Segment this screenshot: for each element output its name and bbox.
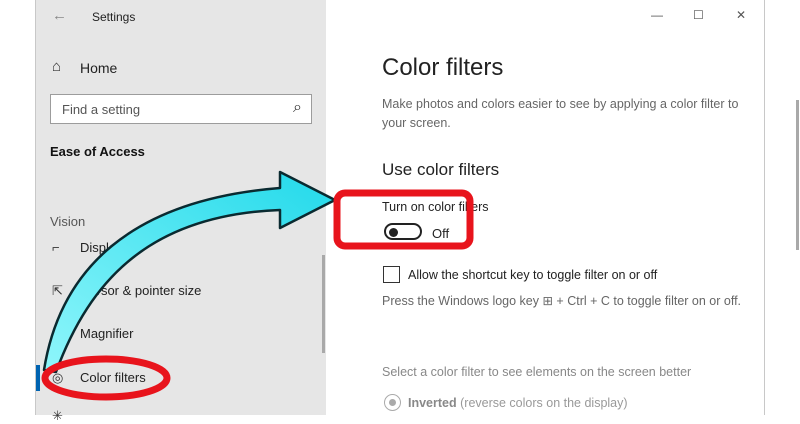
toggle-knob — [389, 227, 398, 237]
color-filters-icon[interactable]: ◎ — [52, 370, 63, 386]
home-icon[interactable]: ⌂ — [52, 58, 61, 75]
group-label-vision: Vision — [50, 214, 86, 229]
radio-option-desc: (reverse colors on the display) — [456, 396, 628, 410]
maximize-button[interactable]: ☐ — [693, 8, 704, 22]
section-title: Ease of Access — [50, 144, 145, 159]
display-icon[interactable]: ⌐ — [52, 240, 60, 255]
toggle-state: Off — [432, 226, 450, 241]
main-scrollbar[interactable] — [796, 100, 799, 250]
sidebar: ← Settings ⌂ Home Find a setting ⌕ Ease … — [36, 0, 326, 423]
radio-option-name: Inverted — [408, 396, 457, 410]
select-filter-label: Select a color filter to see elements on… — [382, 365, 692, 379]
search-icon[interactable]: ⌕ — [293, 99, 302, 117]
page-description: Make photos and colors easier to see by … — [382, 97, 739, 130]
shortcut-hint: Press the Windows logo key ⊞ + Ctrl + C … — [382, 294, 742, 308]
minimize-button[interactable]: — — [651, 8, 663, 22]
window-title: Settings — [92, 10, 136, 24]
home-link[interactable]: Home — [80, 60, 117, 76]
shortcut-checkbox[interactable] — [383, 266, 400, 283]
color-filters-toggle[interactable] — [384, 223, 422, 240]
next-item-icon[interactable]: ✳ — [52, 408, 63, 424]
shortcut-checkbox-label[interactable]: Allow the shortcut key to toggle filter … — [408, 268, 657, 282]
magnifier-icon[interactable]: ⌕ — [52, 326, 59, 342]
sidebar-item-magnifier[interactable]: Magnifier — [80, 326, 133, 341]
search-placeholder: Find a setting — [62, 102, 141, 117]
sidebar-item-cursor-pointer-size[interactable]: Cursor & pointer size — [80, 283, 201, 298]
radio-dot — [388, 398, 396, 406]
cursor-icon[interactable]: ⇱ — [52, 283, 63, 299]
selected-indicator — [36, 365, 40, 391]
settings-window: ← Settings ⌂ Home Find a setting ⌕ Ease … — [35, 0, 799, 423]
sidebar-item-color-filters[interactable]: Color filters — [80, 370, 146, 385]
sidebar-item-display[interactable]: Display — [80, 240, 123, 255]
close-button[interactable]: ✕ — [736, 8, 746, 22]
search-input[interactable]: Find a setting ⌕ — [50, 94, 312, 124]
main-content: — ☐ ✕ Color filters Make photos and colo… — [326, 0, 799, 415]
toggle-label: Turn on color filters — [382, 200, 489, 214]
radio-inverted[interactable] — [384, 394, 401, 411]
back-arrow-icon[interactable]: ← — [52, 7, 67, 24]
page-title: Color filters — [382, 54, 504, 81]
section-heading: Use color filters — [382, 160, 500, 179]
radio-inverted-label[interactable]: Inverted (reverse colors on the display) — [408, 396, 628, 410]
sidebar-scrollbar[interactable] — [322, 255, 325, 353]
